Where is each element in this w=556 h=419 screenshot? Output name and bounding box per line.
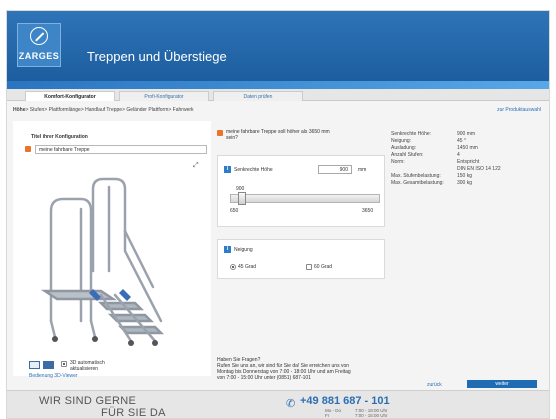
edit-icon [25,146,31,152]
contact-note-line: von 7:00 - 15:00 Uhr unter (0851) 687-10… [217,375,311,381]
config-title-input[interactable]: meine fahrbare Treppe [35,145,207,154]
height-hint[interactable]: meine fahrbare Treppe soll höher als 365… [226,129,336,141]
footer-slogan-line2: FÜR SIE DA [101,407,166,419]
expand-icon[interactable]: ⤢ [193,162,201,169]
view-2d-icon[interactable] [29,361,40,369]
breadcrumb-home[interactable]: Höhe [13,107,26,113]
tab-bar: Komfort-Konfigurator Profi-Konfigurator … [7,89,549,101]
spec-row: Anzahl Stufen: 4 [391,152,460,158]
contact-footer: WIR SIND GERNE FÜR SIE DA ✆ +49 881 687 … [7,390,549,419]
zarges-logo[interactable]: ZARGES [17,23,61,67]
breadcrumb: Höhe> Stufen> Plattformlänge> Handlauf T… [13,107,194,113]
angle-label: Neigung [234,247,253,253]
tab-komfort-konfigurator[interactable]: Komfort-Konfigurator [25,91,115,101]
phone-number[interactable]: +49 881 687 - 101 [300,395,390,407]
next-button[interactable]: weiter [467,380,537,388]
configurator-window: ZARGES Treppen und Überstiege Komfort-Ko… [6,10,550,419]
slider-min-label: 650 [230,208,239,214]
logo-emblem-icon [30,27,48,45]
spec-row: Ausladung: 1450 mm [391,145,478,151]
phone-icon: ✆ [286,398,296,410]
stair-3d-preview[interactable] [31,171,171,346]
spec-row: Max. Gesamtbelastung: 300 kg [391,180,473,186]
spec-summary: Senkrechte Höhe: 900 mm Neigung: 45 ° Ausl… [391,121,547,211]
auto-update-checkbox[interactable] [61,361,67,367]
header-banner: ZARGES Treppen und Überstiege [7,11,549,81]
spec-row: Neigung: 45 ° [391,138,466,144]
breadcrumb-path[interactable]: > Stufen> Plattformlänge> Handlauf Trepp… [26,107,194,113]
tab-profi-konfigurator[interactable]: Profi-Konfigurator [119,91,209,101]
height-slider-handle[interactable] [238,192,247,205]
warning-icon [217,130,223,136]
page-title: Treppen und Überstiege [87,49,227,64]
footer-slogan-line1: WIR SIND GERNE [39,395,137,407]
product-selection-link[interactable]: zur Produktauswahl [497,107,541,113]
parameter-panel: meine fahrbare Treppe soll höher als 365… [217,121,385,376]
height-slider-track[interactable] [230,194,380,203]
angle-box: i Neigung 45 Grad 60 Grad [217,239,385,279]
height-label: Senkrechte Höhe [234,167,273,173]
logo-text: ZARGES [18,51,60,61]
contact-note: Haben Sie Fragen? Rufen Sie uns an, wir … [217,357,417,381]
info-icon[interactable]: i [224,166,231,173]
spec-row: DIN EN ISO 14 122 [457,166,501,172]
view-3d-icon[interactable] [43,361,54,369]
tab-daten-pruefen[interactable]: Daten prüfen [213,91,303,101]
angle-60-label[interactable]: 60 Grad [314,264,332,270]
height-box: i Senkrechte Höhe 900 mm 900 650 3650 [217,155,385,227]
hours-day: Fr [325,413,330,418]
angle-45-label[interactable]: 45 Grad [238,264,256,270]
spec-row: Max. Stufenbelastung: 150 kg [391,173,473,179]
height-unit: mm [358,167,367,173]
slider-max-label: 3650 [362,208,374,214]
configuration-panel: Titel ihrer Konfiguration meine fahrbare… [13,121,211,379]
angle-45-radio[interactable] [230,264,236,270]
height-input[interactable]: 900 [318,165,352,174]
spec-row: Norm: Entspricht [391,159,480,165]
viewer-help-link[interactable]: Bedienung 3D-Viewer [29,373,78,379]
config-title-label: Titel ihrer Konfiguration [31,134,88,140]
info-icon[interactable]: i [224,246,231,253]
hours-time: 7:00 - 15:00 Uhr [355,413,388,418]
angle-60-radio[interactable] [306,264,312,270]
spec-row: Senkrechte Höhe: 900 mm [391,131,476,137]
back-button[interactable]: zurück [427,382,442,388]
auto-update-label: 3D automatisch aktualisieren [70,360,105,372]
accent-strip [7,81,549,89]
